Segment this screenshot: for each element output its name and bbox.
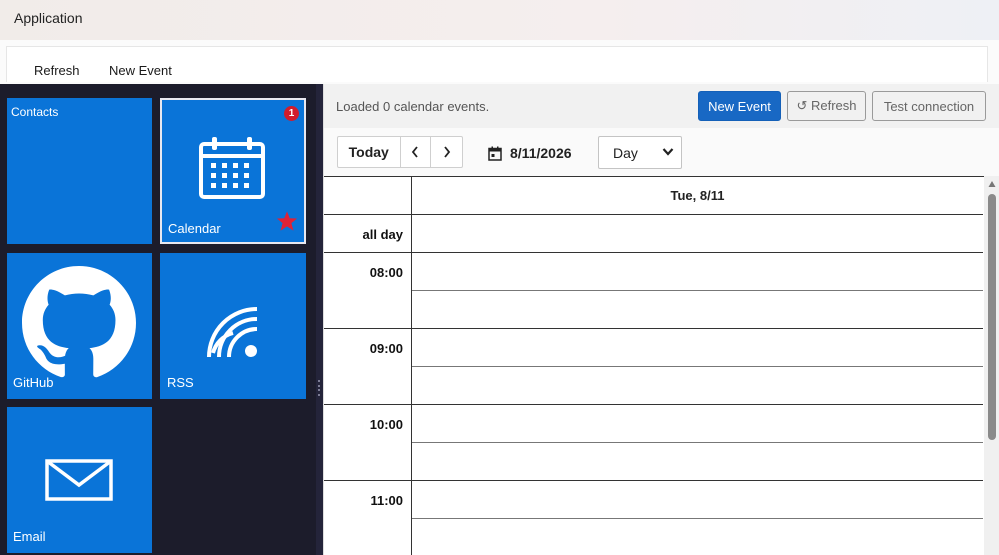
previous-button[interactable]	[401, 137, 432, 167]
time-slot[interactable]	[412, 253, 983, 328]
scroll-up-icon[interactable]	[988, 180, 996, 188]
window-title: Application	[14, 10, 83, 26]
status-bar: Loaded 0 calendar events. New Event ↺ Re…	[324, 84, 999, 128]
refresh-button[interactable]: ↺ Refresh	[787, 91, 866, 121]
half-hour-line	[412, 253, 983, 291]
day-header-row: Tue, 8/11	[324, 177, 983, 215]
time-slot[interactable]	[412, 481, 983, 555]
status-text: Loaded 0 calendar events.	[336, 99, 490, 114]
hour-label: 11:00	[370, 493, 403, 508]
all-day-slot[interactable]	[412, 215, 983, 252]
calendar-small-icon	[488, 146, 502, 161]
calendar-toolbar: Today 8/11/2026 Day	[324, 128, 999, 176]
chevron-right-icon	[443, 146, 450, 158]
hour-row: 11:00	[324, 481, 983, 555]
time-gutter	[324, 177, 412, 214]
next-button[interactable]	[431, 137, 462, 167]
tile-label: Calendar	[168, 221, 221, 236]
envelope-icon	[45, 459, 113, 501]
tile-email[interactable]: Email	[7, 407, 152, 553]
pane-splitter[interactable]	[316, 84, 323, 555]
calendar-icon	[199, 137, 265, 199]
scroll-thumb[interactable]	[988, 194, 996, 440]
tile-github[interactable]: GitHub	[7, 253, 152, 399]
new-event-button[interactable]: New Event	[698, 91, 781, 121]
grip-icon	[318, 380, 321, 396]
notification-badge: 1	[284, 106, 299, 121]
day-grid: Tue, 8/11 all day 08:00 09:00 10:00 11:0…	[324, 176, 984, 555]
hour-label-cell: 08:00	[324, 253, 412, 328]
all-day-row: all day	[324, 215, 983, 253]
github-icon	[22, 266, 136, 378]
hour-row: 09:00	[324, 329, 983, 405]
view-select-value: Day	[613, 144, 638, 161]
hour-label-cell: 09:00	[324, 329, 412, 404]
tile-label: Contacts	[11, 105, 59, 119]
all-day-label-cell: all day	[324, 215, 412, 252]
star-icon	[276, 211, 298, 231]
calendar-pane: Loaded 0 calendar events. New Event ↺ Re…	[323, 84, 999, 555]
half-hour-line	[412, 481, 983, 519]
all-day-label: all day	[362, 227, 403, 242]
command-bar: Refresh New Event	[6, 46, 988, 82]
day-header: Tue, 8/11	[670, 188, 725, 203]
refresh-command[interactable]: Refresh	[34, 63, 80, 78]
test-connection-button[interactable]: Test connection	[872, 91, 986, 121]
time-slot[interactable]	[412, 405, 983, 480]
half-hour-line	[412, 405, 983, 443]
vertical-scrollbar[interactable]	[984, 176, 999, 555]
tile-calendar[interactable]: 1 Calendar	[160, 98, 306, 244]
date-picker[interactable]: 8/11/2026	[488, 145, 572, 161]
half-hour-line	[412, 329, 983, 367]
date-value: 8/11/2026	[510, 145, 572, 161]
hour-label: 08:00	[369, 265, 403, 280]
hour-label: 09:00	[369, 341, 403, 356]
new-event-command[interactable]: New Event	[109, 63, 172, 78]
hour-label-cell: 10:00	[324, 405, 412, 480]
tile-rss[interactable]: RSS	[160, 253, 306, 399]
hour-label-cell: 11:00	[324, 481, 412, 555]
chevron-left-icon	[412, 146, 419, 158]
tile-label: Email	[13, 529, 46, 544]
hour-row: 08:00	[324, 253, 983, 329]
chevron-down-icon	[662, 148, 674, 156]
hour-row: 10:00	[324, 405, 983, 481]
view-select[interactable]: Day	[598, 136, 682, 169]
tile-label: GitHub	[13, 375, 54, 390]
title-bar: Application	[0, 0, 999, 40]
today-button[interactable]: Today	[338, 137, 401, 167]
day-header-cell: Tue, 8/11	[412, 177, 983, 214]
rss-icon	[207, 307, 258, 358]
hour-label: 10:00	[369, 417, 403, 432]
date-navigation: Today	[337, 136, 463, 168]
time-slot[interactable]	[412, 329, 983, 404]
tile-contacts[interactable]: Contacts	[7, 98, 152, 244]
tile-label: RSS	[167, 375, 194, 390]
